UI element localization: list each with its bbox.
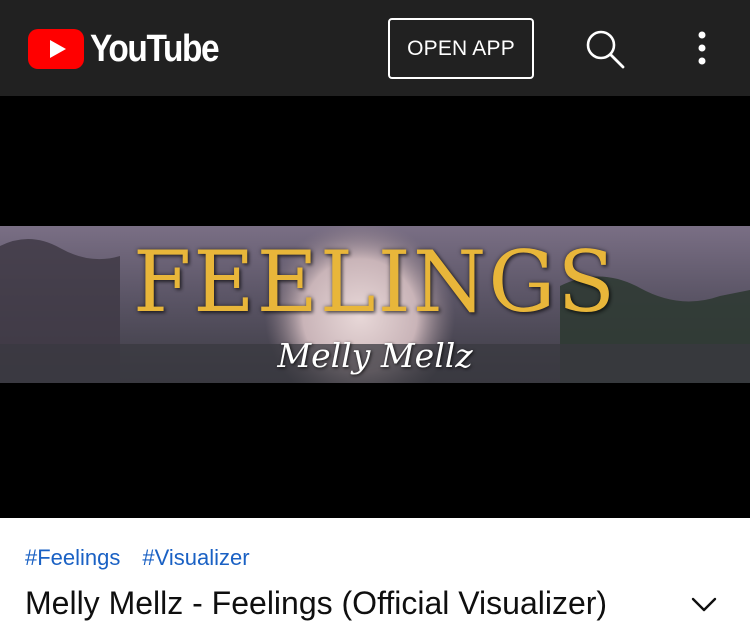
chevron-down-icon[interactable]: [689, 589, 719, 619]
hashtag-list: #Feelings #Visualizer: [25, 545, 272, 571]
youtube-logo[interactable]: YouTube: [28, 29, 236, 69]
hashtag-link[interactable]: #Visualizer: [142, 545, 249, 571]
search-icon[interactable]: [583, 27, 627, 71]
video-info-header[interactable]: Melly Mellz - Feelings (Official Visuali…: [25, 583, 725, 623]
top-app-bar: YouTube OPEN APP: [0, 0, 750, 96]
video-artist-overlay: Melly Mellz: [277, 336, 473, 375]
video-title-overlay: FEELINGS: [132, 233, 618, 331]
open-app-button[interactable]: OPEN APP: [388, 18, 534, 79]
more-vert-icon[interactable]: [688, 27, 716, 71]
video-title: Melly Mellz - Feelings (Official Visuali…: [25, 585, 608, 621]
hashtag-link[interactable]: #Feelings: [25, 545, 120, 571]
video-player[interactable]: FEELINGS Melly Mellz: [0, 96, 750, 518]
logo-wordmark: YouTube: [90, 28, 220, 70]
youtube-play-icon: [28, 29, 84, 69]
